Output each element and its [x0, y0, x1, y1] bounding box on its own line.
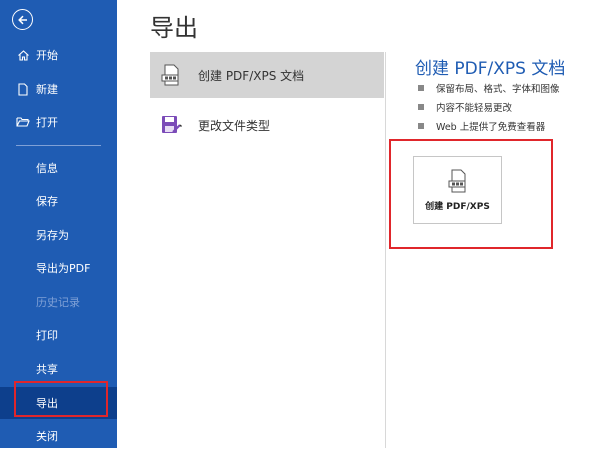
nav-print[interactable]: 打印	[0, 321, 117, 349]
nav-save-as[interactable]: 另存为	[0, 221, 117, 249]
nav-export-pdf-label: 导出为PDF	[36, 262, 91, 275]
bullet-text: 内容不能轻易更改	[436, 102, 513, 114]
option-create-pdf-xps-label: 创建 PDF/XPS 文档	[198, 68, 305, 83]
option-change-file-type[interactable]: 更改文件类型	[150, 102, 384, 148]
new-document-icon	[16, 82, 30, 96]
nav-new-label: 新建	[36, 83, 58, 96]
panel-separator	[385, 52, 386, 448]
nav-home-label: 开始	[36, 49, 58, 62]
nav-open-label: 打开	[36, 116, 58, 129]
pdf-document-icon	[160, 64, 182, 86]
export-options-list: 创建 PDF/XPS 文档 更改文件类型	[150, 52, 385, 448]
page-title: 导出	[150, 14, 198, 42]
create-pdf-xps-button-label: 创建 PDF/XPS	[425, 201, 490, 212]
nav-open[interactable]: 打开	[0, 108, 117, 136]
nav-print-label: 打印	[36, 329, 58, 342]
nav-info[interactable]: 信息	[0, 154, 117, 182]
bullet-item: 保留布局、格式、字体和图像	[418, 78, 560, 97]
nav-new[interactable]: 新建	[0, 75, 117, 103]
nav-share[interactable]: 共享	[0, 355, 117, 383]
nav-save-as-label: 另存为	[36, 229, 69, 242]
bullet-square-icon	[418, 103, 424, 110]
pdf-document-icon	[448, 169, 465, 192]
detail-bullets: 保留布局、格式、字体和图像 内容不能轻易更改 Web 上提供了免费查看器	[418, 78, 560, 135]
nav-close[interactable]: 关闭	[0, 422, 117, 450]
nav-share-label: 共享	[36, 363, 58, 376]
open-folder-icon	[16, 115, 30, 129]
change-file-type-icon	[160, 114, 182, 136]
bullet-text: 保留布局、格式、字体和图像	[436, 83, 560, 95]
bullet-item: Web 上提供了免费查看器	[418, 116, 560, 135]
nav-history: 历史记录	[0, 288, 117, 316]
back-arrow-icon	[17, 15, 27, 24]
nav-export-pdf[interactable]: 导出为PDF	[0, 254, 117, 282]
nav-info-label: 信息	[36, 162, 58, 175]
sidebar-divider	[16, 145, 101, 146]
backstage-sidebar: 开始 新建 打开 信息 保存 另存为 导出为PDF 历史记录 打印 共享 导出 …	[0, 0, 117, 448]
nav-close-label: 关闭	[36, 430, 58, 443]
option-create-pdf-xps[interactable]: 创建 PDF/XPS 文档	[150, 52, 384, 98]
bullet-text: Web 上提供了免费查看器	[436, 121, 546, 133]
option-change-file-type-label: 更改文件类型	[198, 118, 271, 133]
create-pdf-xps-button[interactable]: 创建 PDF/XPS	[413, 156, 502, 224]
nav-history-label: 历史记录	[36, 296, 80, 309]
nav-home[interactable]: 开始	[0, 41, 117, 69]
export-highlight-box	[14, 381, 108, 417]
nav-save[interactable]: 保存	[0, 187, 117, 215]
bullet-square-icon	[418, 122, 424, 129]
home-icon	[16, 48, 30, 62]
back-button[interactable]	[12, 9, 33, 30]
bullet-square-icon	[418, 84, 424, 91]
bullet-item: 内容不能轻易更改	[418, 97, 560, 116]
nav-save-label: 保存	[36, 195, 58, 208]
detail-title: 创建 PDF/XPS 文档	[415, 59, 566, 79]
